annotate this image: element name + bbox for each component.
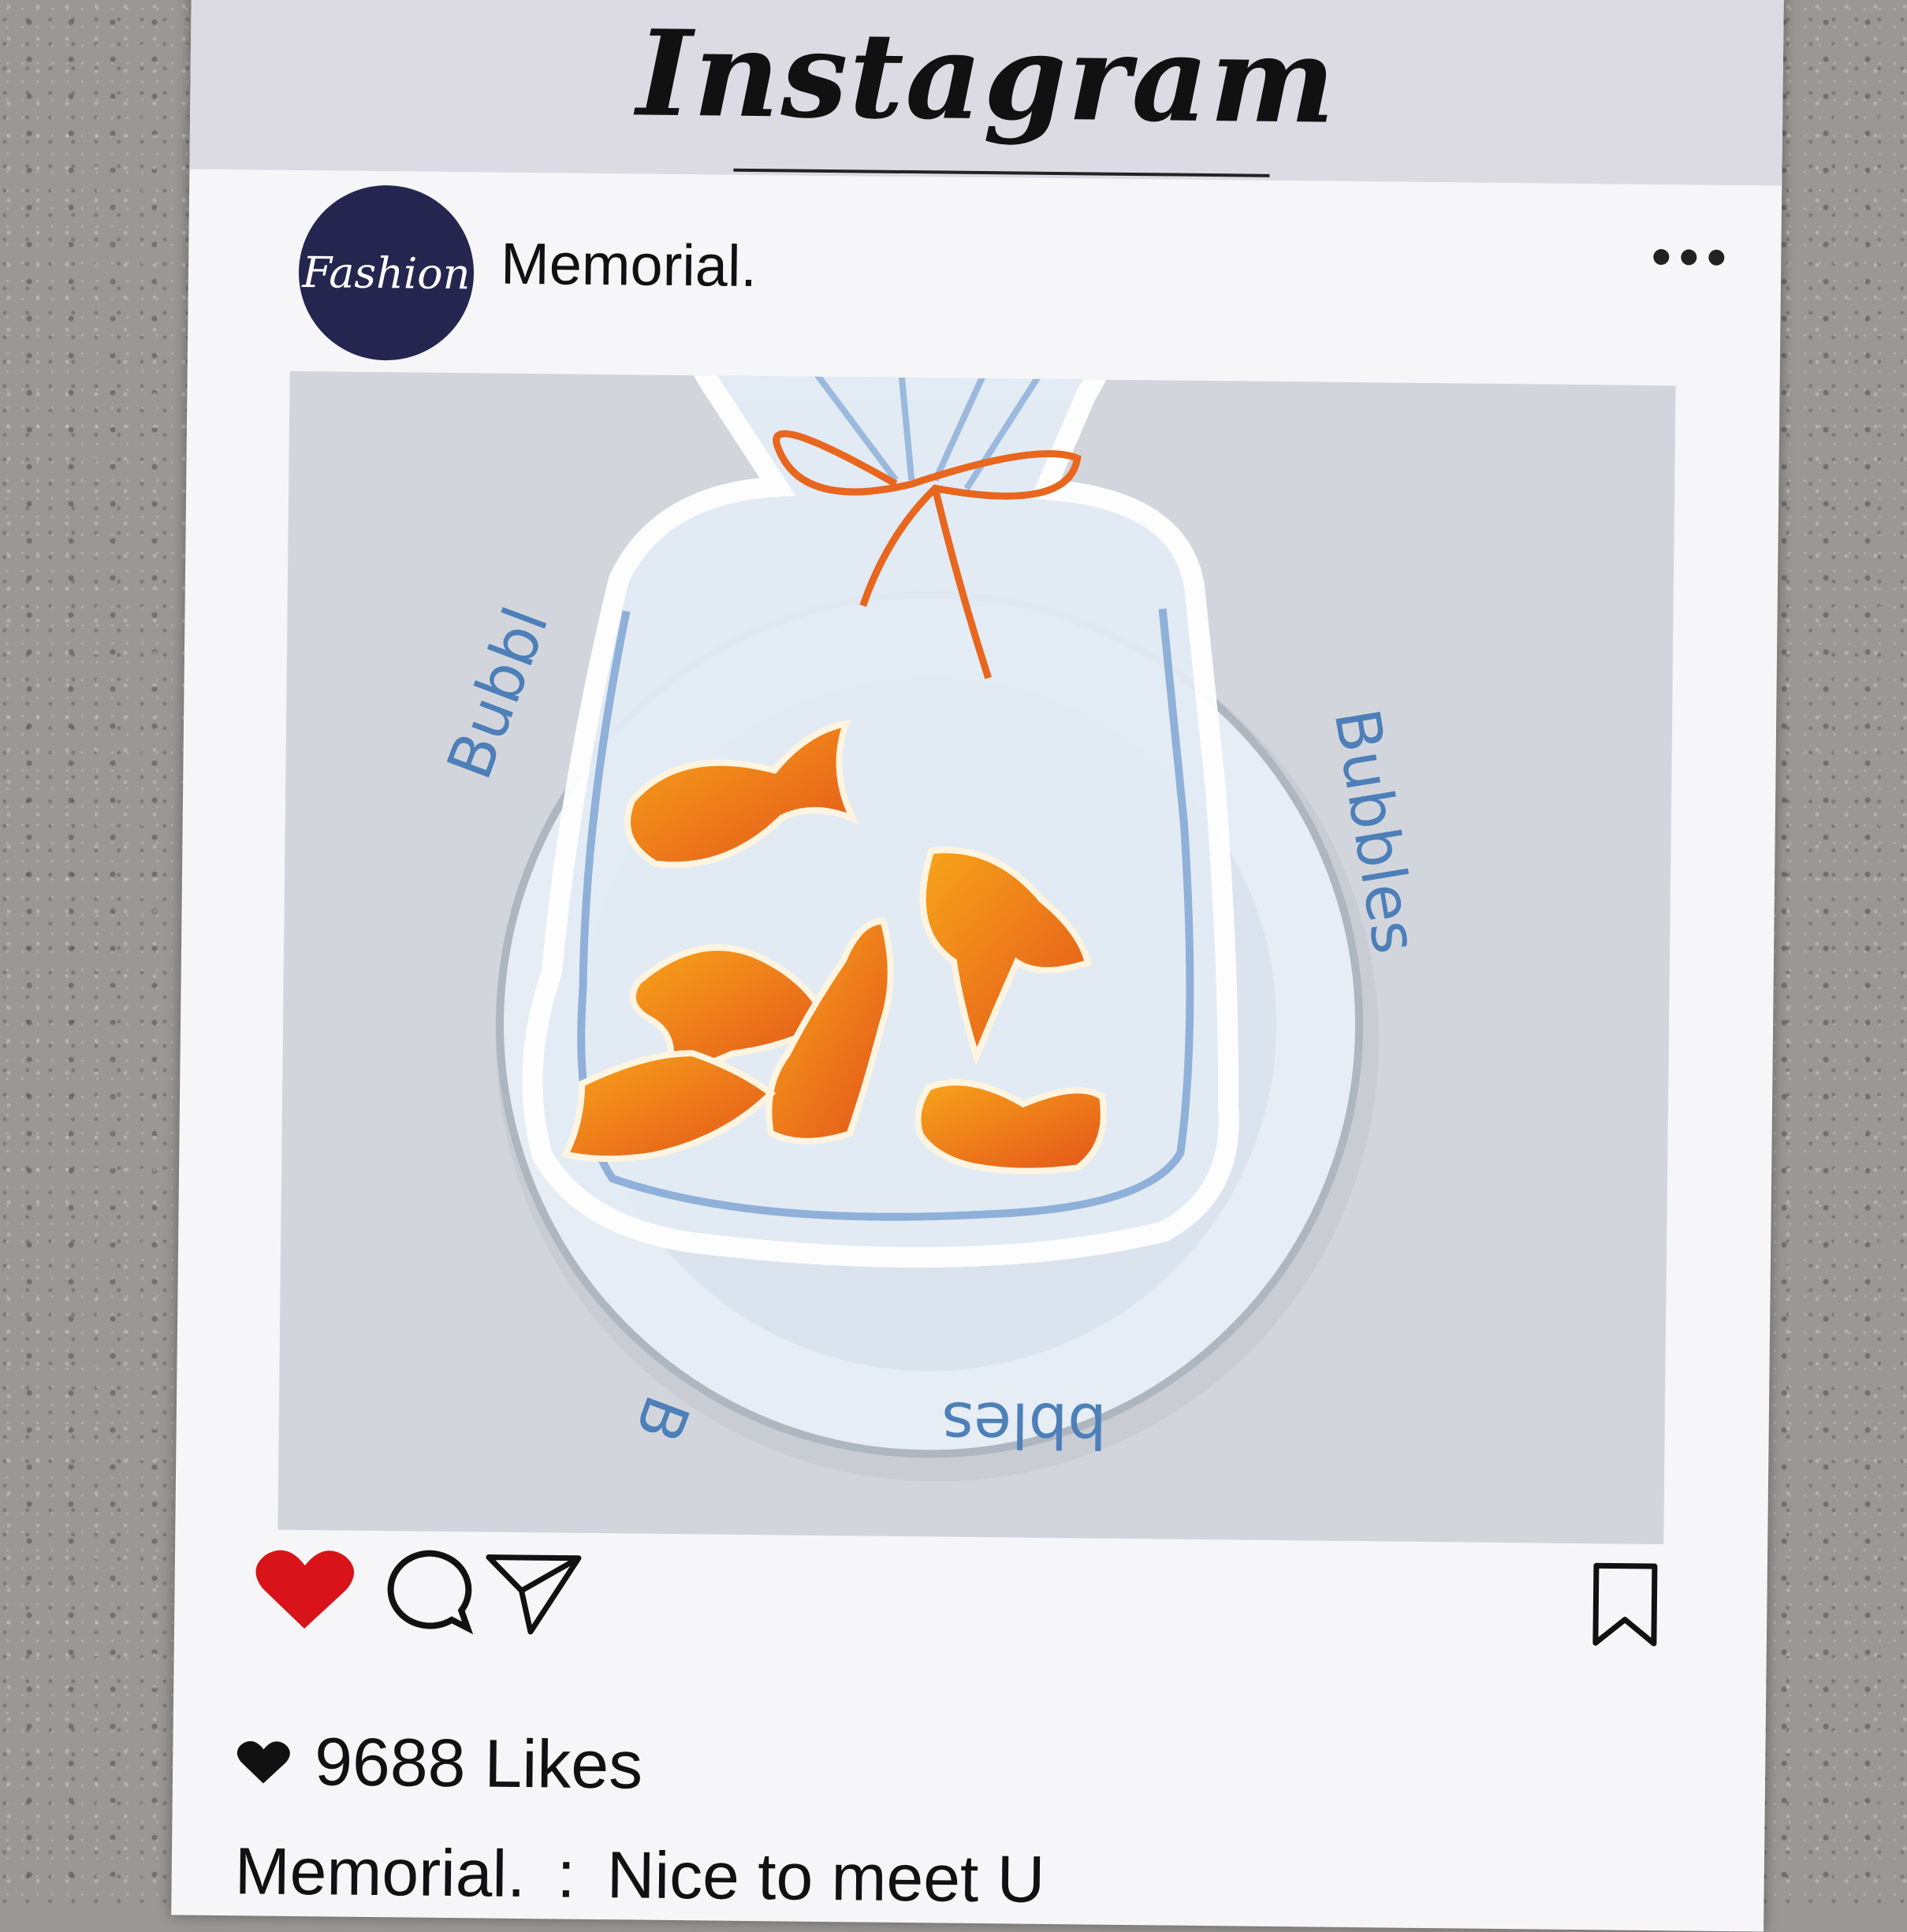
header-band: Instagram bbox=[189, 0, 1784, 186]
ring-text-top-left: Bubbl bbox=[434, 598, 563, 788]
caption: Memorial.: Nice to meet U bbox=[234, 1833, 1045, 1918]
instagram-card: Instagram Fashion Memorial. Bubbl Bubble… bbox=[171, 0, 1784, 1932]
more-dots-icon[interactable] bbox=[1653, 248, 1725, 267]
caption-separator: : bbox=[556, 1837, 576, 1912]
heart-icon[interactable] bbox=[253, 1545, 356, 1632]
goldfish-bag-illustration: Bubbl Bubbles B bbles bbox=[434, 370, 1430, 1482]
avatar[interactable]: Fashion bbox=[297, 184, 475, 362]
ring-text-bottom-right: bbles bbox=[941, 1388, 1107, 1461]
title-underline bbox=[733, 168, 1270, 177]
goldfish-6 bbox=[914, 1079, 1107, 1174]
likes-count[interactable]: 9688 Likes bbox=[315, 1723, 643, 1804]
paper-plane-icon[interactable] bbox=[482, 1549, 585, 1636]
likes-row: 9688 Likes bbox=[236, 1722, 643, 1804]
small-heart-icon bbox=[237, 1740, 290, 1783]
caption-text: Nice to meet U bbox=[606, 1837, 1045, 1916]
username[interactable]: Memorial. bbox=[501, 230, 758, 300]
action-bar bbox=[222, 1537, 1704, 1655]
caption-user[interactable]: Memorial. bbox=[234, 1833, 526, 1911]
avatar-text: Fashion bbox=[302, 247, 471, 299]
bookmark-icon[interactable] bbox=[1589, 1561, 1661, 1648]
comment-bubble-icon[interactable] bbox=[379, 1547, 475, 1635]
post-photo: Bubbl Bubbles B bbles bbox=[277, 370, 1676, 1545]
app-title: Instagram bbox=[635, 4, 1338, 151]
